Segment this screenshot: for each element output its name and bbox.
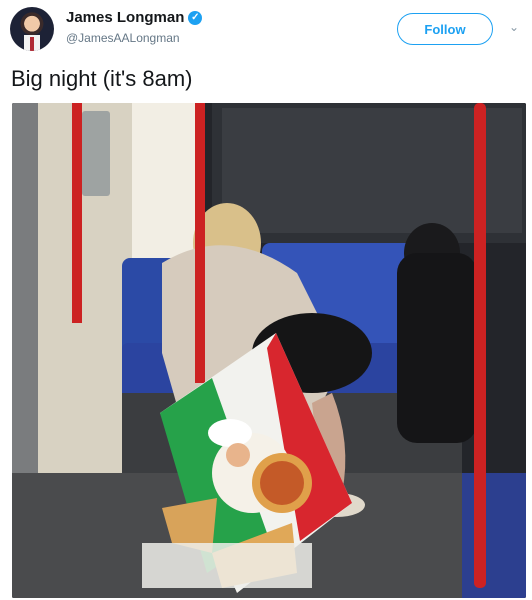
tweet-header: James Longman ✓ @JamesAALongman Follow ⌄ (0, 0, 532, 60)
door-control-panel (82, 111, 110, 196)
pole-middle (195, 103, 205, 383)
passenger-right (397, 253, 477, 443)
avatar[interactable] (10, 7, 54, 51)
name-row: James Longman ✓ (66, 9, 203, 26)
display-name[interactable]: James Longman (66, 9, 184, 26)
tweet-photo[interactable] (12, 103, 526, 598)
follow-button[interactable]: Follow (397, 13, 493, 45)
tweet-text: Big night (it's 8am) (11, 66, 193, 91)
chevron-down-icon[interactable]: ⌄ (509, 20, 519, 34)
avatar-tie (30, 37, 34, 51)
user-handle[interactable]: @JamesAALongman (66, 31, 180, 45)
pole-left (72, 103, 82, 323)
photo-illustration (12, 103, 526, 598)
verified-badge-icon: ✓ (188, 10, 203, 25)
pole-right (474, 103, 486, 588)
